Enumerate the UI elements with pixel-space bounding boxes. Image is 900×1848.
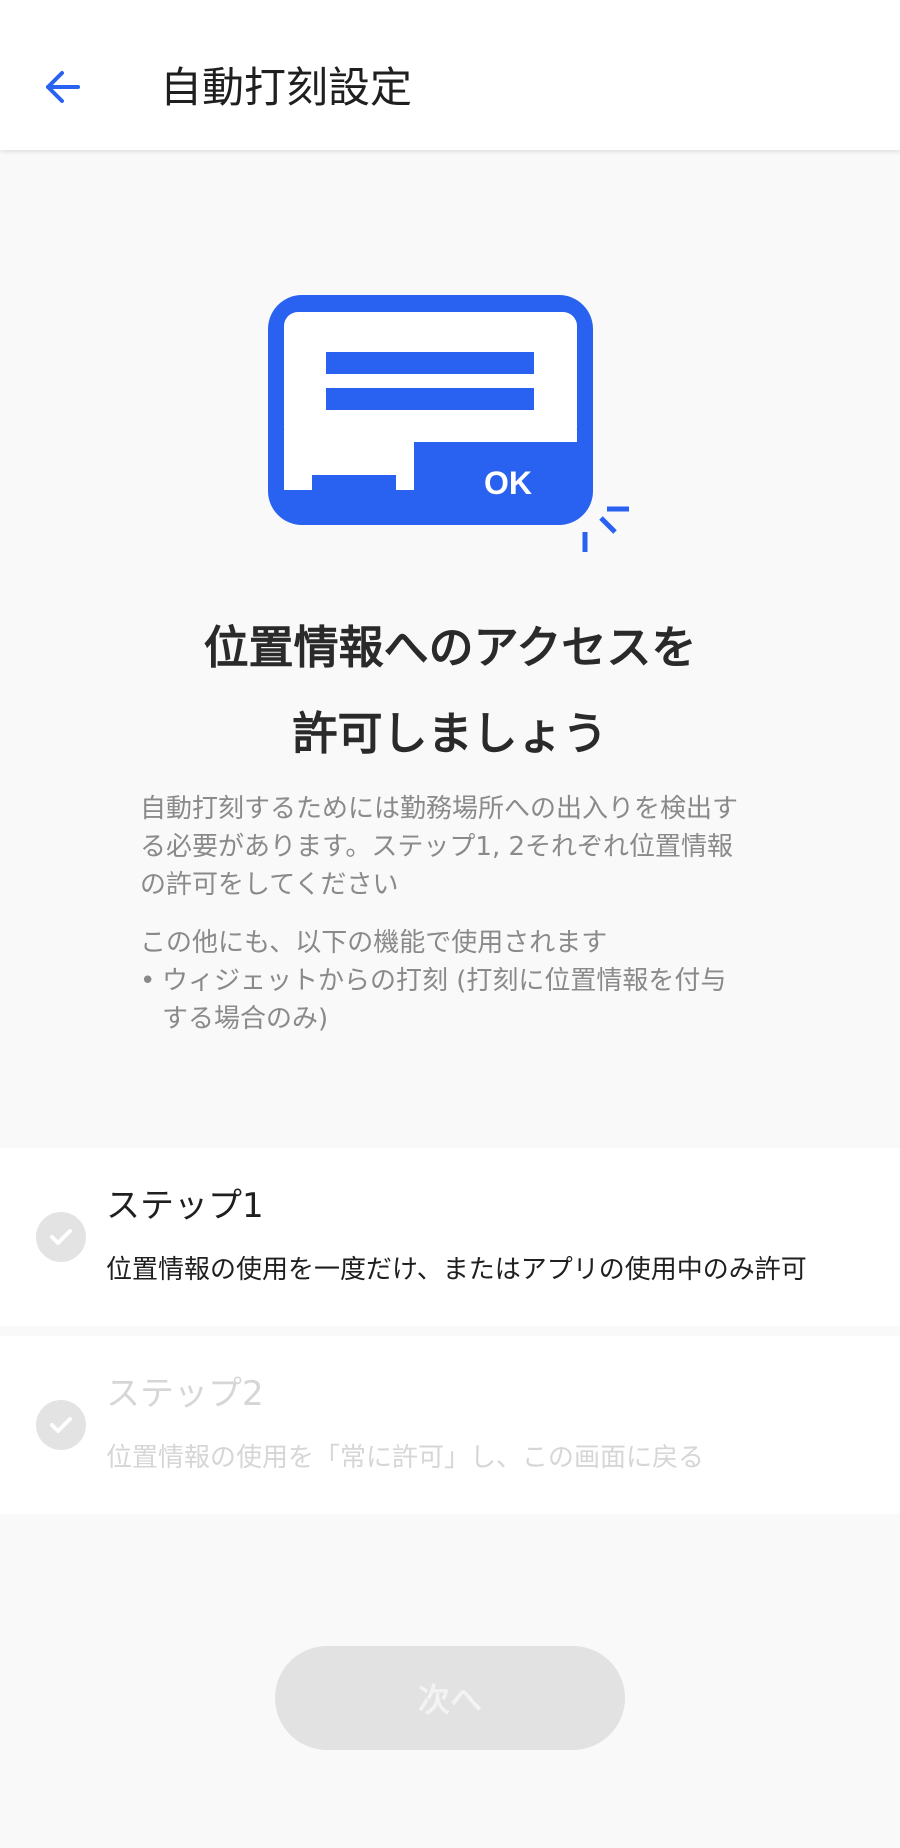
arrow-left-icon <box>46 71 80 103</box>
bullet-mark: • <box>140 966 156 996</box>
bullet-text: ウィジェットからの打刻 (打刻に位置情報を付与 する場合のみ) <box>162 962 726 1038</box>
hero-illustration: OK <box>268 290 638 560</box>
description-line: の許可をしてください <box>140 870 399 900</box>
description-line: 自動打刻するためには勤務場所への出入りを検出す <box>140 794 739 824</box>
back-button[interactable] <box>30 55 94 119</box>
step-1-card[interactable]: ステップ1 位置情報の使用を一度だけ、またはアプリの使用中のみ許可 <box>0 1148 900 1326</box>
check-icon <box>50 1229 72 1245</box>
headline-line-2: 許可しましょう <box>292 707 608 760</box>
headline-line-1: 位置情報へのアクセスを <box>203 621 697 674</box>
step-1-title: ステップ1 <box>106 1186 264 1226</box>
step-1-description: 位置情報の使用を一度だけ、またはアプリの使用中のみ許可 <box>106 1255 807 1285</box>
page-title: 自動打刻設定 <box>160 63 413 112</box>
description-line: この他にも、以下の機能で使用されます <box>140 928 608 958</box>
description: 自動打刻するためには勤務場所への出入りを検出す る必要があります。ステップ1, … <box>140 790 780 1038</box>
bullet-line: する場合のみ) <box>162 1004 329 1034</box>
description-line: る必要があります。ステップ1, 2それぞれ位置情報 <box>140 832 734 862</box>
step-2-description: 位置情報の使用を「常に許可」し、この画面に戻る <box>106 1443 705 1473</box>
ok-label: OK <box>484 465 532 501</box>
step-1-check <box>36 1212 86 1262</box>
step-2-card: ステップ2 位置情報の使用を「常に許可」し、この画面に戻る <box>0 1336 900 1514</box>
check-icon <box>50 1417 72 1433</box>
app-bar: 自動打刻設定 <box>0 0 900 150</box>
step-2-title: ステップ2 <box>106 1374 264 1414</box>
next-button[interactable]: 次へ <box>275 1646 625 1750</box>
bullet-item: • ウィジェットからの打刻 (打刻に位置情報を付与 する場合のみ) <box>140 962 780 1038</box>
dialog-ok-icon: OK <box>268 295 629 552</box>
step-2-check <box>36 1400 86 1450</box>
bullet-line: ウィジェットからの打刻 (打刻に位置情報を付与 <box>162 966 727 996</box>
headline: 位置情報へのアクセスを 許可しましょう <box>0 605 900 777</box>
